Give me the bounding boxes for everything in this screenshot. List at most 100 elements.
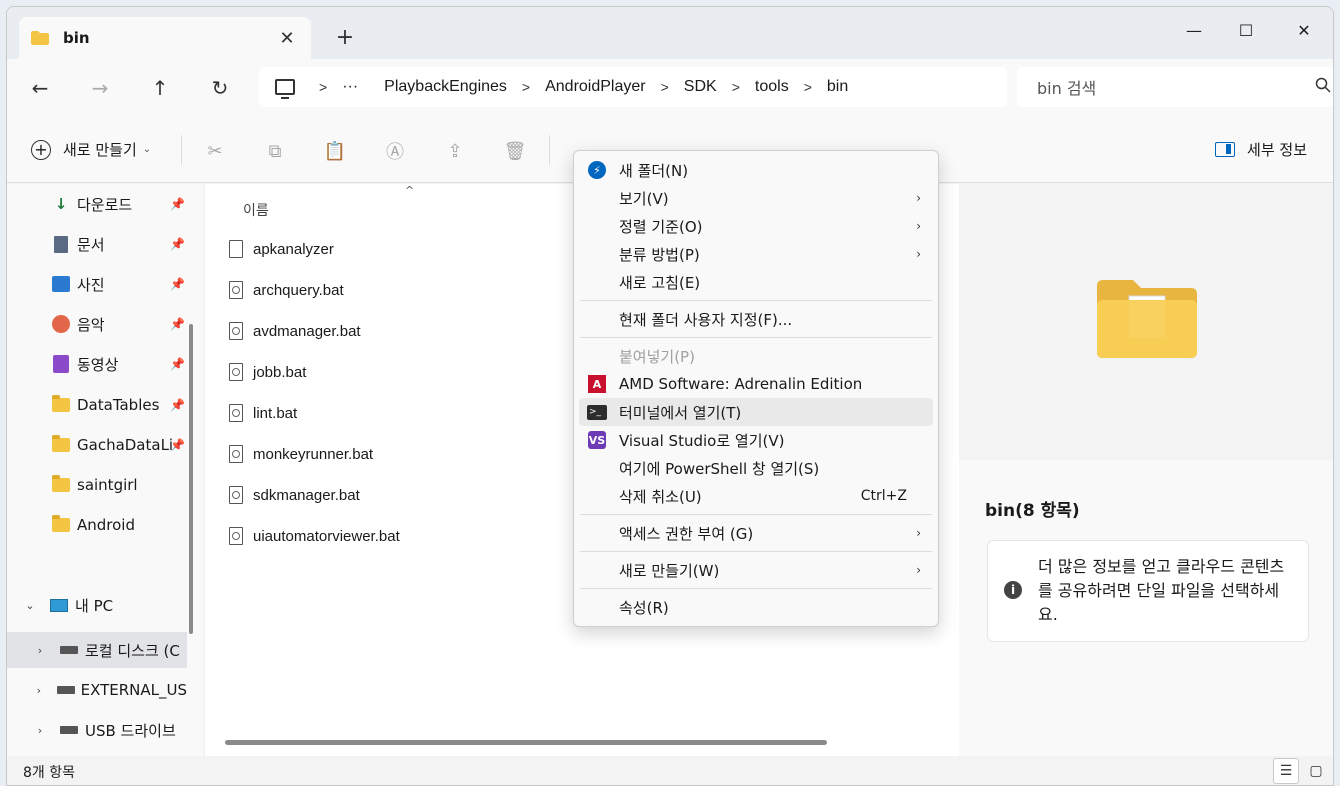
details-pane: bin(8 항목) i 더 많은 정보를 얻고 클라우드 콘텐츠를 공유하려면 …	[959, 184, 1333, 756]
chevron-down-icon[interactable]: ⌄	[23, 599, 37, 612]
sidebar-item-downloads[interactable]: ↓ 다운로드 📌	[7, 186, 187, 222]
column-header-name[interactable]: 이름	[243, 200, 269, 220]
sidebar-item-usb[interactable]: › USB 드라이브	[7, 712, 187, 748]
sidebar-item-music[interactable]: 음악 📌	[7, 306, 187, 342]
share-icon[interactable]: ⇪	[443, 139, 467, 163]
menu-item-open-powershell[interactable]: 여기에 PowerShell 창 열기(S)	[579, 454, 933, 482]
chevron-right-icon[interactable]: ›	[33, 684, 45, 697]
chevron-right-icon[interactable]: ›	[33, 724, 47, 737]
sidebar-item-android[interactable]: Android	[7, 507, 187, 543]
sort-caret-icon: ^	[405, 184, 415, 197]
sidebar-item-videos[interactable]: 동영상 📌	[7, 346, 187, 382]
menu-item-view[interactable]: 보기(V) ›	[579, 184, 933, 212]
back-icon[interactable]: ←	[25, 73, 55, 103]
file-row-apkanalyzer[interactable]: apkanalyzer	[229, 232, 549, 266]
breadcrumb-separator[interactable]: >	[319, 79, 327, 95]
file-row-lint[interactable]: lint.bat	[229, 396, 549, 430]
menu-item-label: 여기에 PowerShell 창 열기(S)	[619, 459, 820, 478]
sidebar-scrollbar[interactable]	[189, 324, 193, 634]
breadcrumb-ellipsis[interactable]: ···	[342, 78, 358, 96]
sidebar-item-external[interactable]: › EXTERNAL_US	[7, 672, 187, 708]
file-name: uiautomatorviewer.bat	[253, 527, 400, 545]
menu-item-new[interactable]: 새로 만들기(W) ›	[579, 556, 933, 584]
sidebar-item-gachadatali[interactable]: GachaDataLi 📌	[7, 427, 187, 463]
music-icon	[51, 315, 71, 333]
rename-icon[interactable]: Ⓐ	[383, 139, 407, 163]
pin-icon[interactable]: 📌	[170, 277, 185, 291]
preview-area	[959, 184, 1333, 460]
large-icons-view-icon[interactable]: ▢	[1303, 758, 1329, 784]
file-name: archquery.bat	[253, 281, 344, 299]
file-row-archquery[interactable]: archquery.bat	[229, 273, 549, 307]
pin-icon[interactable]: 📌	[170, 398, 185, 412]
menu-item-open-in-terminal[interactable]: >_ 터미널에서 열기(T)	[579, 398, 933, 426]
sidebar-item-saintgirl[interactable]: saintgirl	[7, 467, 187, 503]
up-icon[interactable]: ↑	[145, 73, 175, 103]
menu-item-undo-delete[interactable]: 삭제 취소(U) Ctrl+Z	[579, 482, 933, 510]
tab-bin[interactable]: bin ✕	[19, 17, 311, 59]
menu-item-give-access[interactable]: 액세스 권한 부여 (G) ›	[579, 519, 933, 547]
breadcrumb-separator[interactable]: >	[522, 79, 530, 95]
copy-icon[interactable]: ⧉	[263, 139, 287, 163]
close-window-icon[interactable]: ✕	[1275, 13, 1333, 47]
new-button[interactable]: + 새로 만들기 ⌄	[31, 139, 151, 160]
sidebar-item-pictures[interactable]: 사진 📌	[7, 266, 187, 302]
chevron-right-icon: ›	[916, 526, 921, 540]
breadcrumb-bin[interactable]: bin	[827, 78, 848, 96]
details-view-icon[interactable]: ☰	[1273, 758, 1299, 784]
delete-icon[interactable]: 🗑	[503, 139, 527, 163]
file-row-sdkmanager[interactable]: sdkmanager.bat	[229, 478, 549, 512]
horizontal-scrollbar[interactable]	[225, 740, 827, 745]
pin-icon[interactable]: 📌	[170, 197, 185, 211]
status-bar: 8개 항목 ☰ ▢	[7, 756, 1333, 785]
minimize-icon[interactable]: —	[1165, 13, 1223, 47]
menu-separator	[580, 551, 932, 552]
computer-icon[interactable]	[275, 79, 295, 99]
breadcrumb-separator[interactable]: >	[732, 79, 740, 95]
file-row-uiautomatorviewer[interactable]: uiautomatorviewer.bat	[229, 519, 549, 553]
terminal-icon: >_	[587, 402, 607, 422]
address-bar[interactable]: > ··· PlaybackEngines > AndroidPlayer > …	[259, 67, 1007, 107]
menu-item-customize-folder[interactable]: 현재 폴더 사용자 지정(F)...	[579, 305, 933, 333]
breadcrumb-sdk[interactable]: SDK	[684, 78, 717, 96]
breadcrumb-separator[interactable]: >	[661, 79, 669, 95]
file-icon	[229, 240, 243, 258]
details-button[interactable]: 세부 정보	[1215, 139, 1307, 160]
cut-icon[interactable]: ✂	[203, 139, 227, 163]
maximize-icon[interactable]: ☐	[1217, 13, 1275, 47]
pin-icon[interactable]: 📌	[170, 357, 185, 371]
breadcrumb-androidplayer[interactable]: AndroidPlayer	[545, 78, 646, 96]
sidebar-item-label: EXTERNAL_US	[80, 681, 187, 699]
sidebar-item-datatables[interactable]: DataTables 📌	[7, 387, 187, 423]
paste-icon[interactable]: 📋	[323, 139, 347, 163]
file-row-avdmanager[interactable]: avdmanager.bat	[229, 314, 549, 348]
menu-item-paste[interactable]: 붙여넣기(P)	[579, 342, 933, 370]
breadcrumb-tools[interactable]: tools	[755, 78, 789, 96]
sidebar-item-local-disk[interactable]: › 로컬 디스크 (C	[7, 632, 187, 668]
refresh-icon[interactable]: ↻	[205, 73, 235, 103]
breadcrumb-separator[interactable]: >	[804, 79, 812, 95]
sidebar-item-this-pc[interactable]: ⌄ 내 PC	[7, 587, 187, 623]
menu-item-label: 새로 만들기(W)	[619, 561, 720, 580]
pin-icon[interactable]: 📌	[170, 237, 185, 251]
close-tab-icon[interactable]: ✕	[275, 28, 299, 49]
menu-item-properties[interactable]: 속성(R)	[579, 593, 933, 621]
pin-icon[interactable]: 📌	[170, 317, 185, 331]
menu-item-amd-software[interactable]: A AMD Software: Adrenalin Edition	[579, 370, 933, 398]
menu-item-open-visual-studio[interactable]: VS Visual Studio로 열기(V)	[579, 426, 933, 454]
file-row-jobb[interactable]: jobb.bat	[229, 355, 549, 389]
search-input[interactable]: bin 검색	[1017, 67, 1333, 107]
breadcrumb-playbackengines[interactable]: PlaybackEngines	[384, 78, 507, 96]
menu-item-group-by[interactable]: 분류 방법(P) ›	[579, 240, 933, 268]
forward-icon[interactable]: →	[85, 73, 115, 103]
pin-icon[interactable]: 📌	[170, 438, 185, 452]
chevron-right-icon[interactable]: ›	[33, 644, 47, 657]
file-row-monkeyrunner[interactable]: monkeyrunner.bat	[229, 437, 549, 471]
menu-item-refresh[interactable]: 새로 고침(E)	[579, 268, 933, 296]
sidebar-item-documents[interactable]: 문서 📌	[7, 226, 187, 262]
menu-item-sort-by[interactable]: 정렬 기준(O) ›	[579, 212, 933, 240]
new-tab-icon[interactable]: +	[333, 25, 357, 50]
menu-item-label: 현재 폴더 사용자 지정(F)...	[619, 310, 793, 329]
search-icon[interactable]	[1315, 77, 1331, 93]
menu-item-new-folder[interactable]: ⚡ 새 폴더(N)	[579, 156, 933, 184]
